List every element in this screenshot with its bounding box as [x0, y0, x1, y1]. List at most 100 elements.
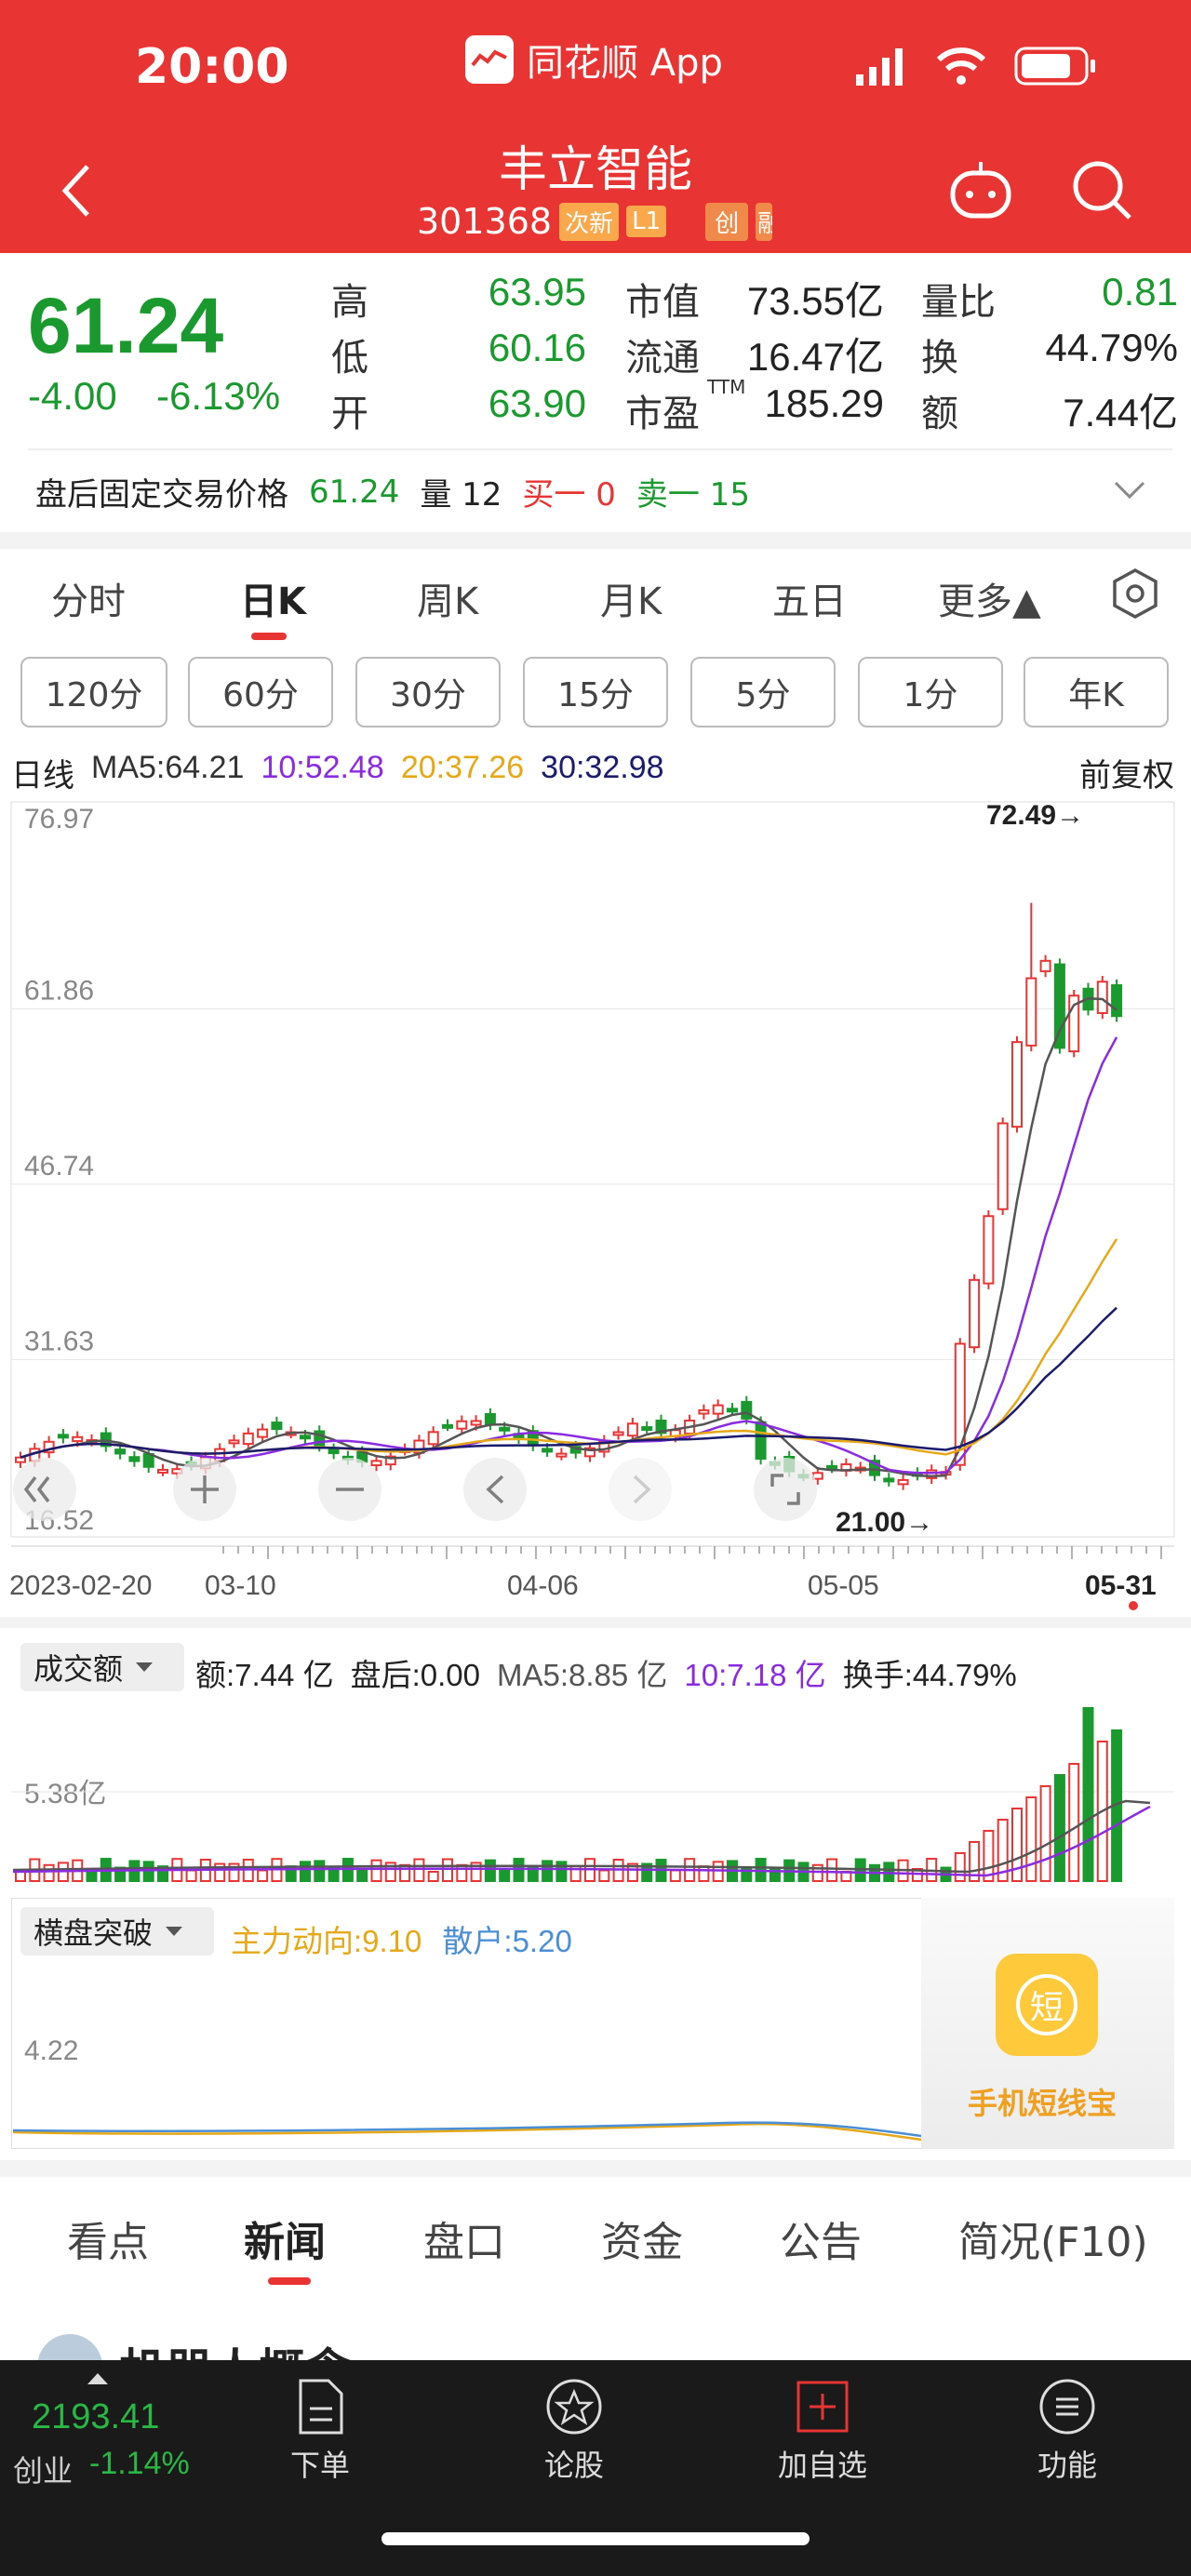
period-1m[interactable]: 1分: [858, 657, 1003, 727]
candle-body: [328, 1448, 340, 1455]
toolbar-function[interactable]: 功能: [1037, 2377, 1097, 2485]
period-120m[interactable]: 120分: [20, 657, 167, 727]
volume-chart[interactable]: 5.38亿: [0, 1699, 1191, 1885]
app-logo-icon: [465, 35, 514, 84]
tag-l1: L1: [626, 206, 667, 237]
toolbar-order-label: 下单: [290, 2448, 351, 2483]
tab-highlights[interactable]: 看点: [67, 2209, 149, 2268]
expand-button[interactable]: [754, 1458, 817, 1521]
volume-bar: [413, 1858, 425, 1883]
candle-body: [114, 1448, 127, 1455]
period-5m[interactable]: 5分: [690, 657, 836, 727]
tab-weekly-k[interactable]: 周K: [417, 571, 478, 625]
open-label: 开: [331, 393, 368, 435]
volume-bar: [484, 1859, 496, 1883]
ma5-label: MA5:64.21: [91, 750, 245, 785]
tab-monthly-k[interactable]: 月K: [600, 571, 662, 625]
float-value: 16.47亿: [746, 335, 884, 379]
candle-body: [128, 1456, 141, 1462]
dropdown-triangle-icon: [136, 1662, 154, 1672]
settings-hex-icon[interactable]: [1111, 567, 1159, 620]
chevron-down-icon[interactable]: [1113, 480, 1146, 501]
turnover-label: 换: [921, 337, 958, 380]
toolbar-order[interactable]: 下单: [290, 2377, 350, 2485]
amount-label: 额: [921, 393, 958, 435]
volume-bar: [1082, 1707, 1094, 1882]
promo-card[interactable]: 短 手机短线宝: [921, 1898, 1174, 2149]
volume-bar: [43, 1863, 55, 1882]
volume-bar: [513, 1858, 525, 1883]
wifi-icon: [936, 47, 986, 85]
period-60m[interactable]: 60分: [188, 657, 333, 727]
toolbar-function-label: 功能: [1037, 2448, 1098, 2483]
ma30-label: 30:32.98: [541, 750, 664, 785]
period-30m[interactable]: 30分: [355, 657, 501, 727]
chart-tabs: 分时 日K 周K 月K 五日 更多▲: [0, 549, 1191, 642]
home-indicator: [381, 2532, 810, 2545]
section-gap: [0, 2160, 1191, 2177]
volume-bar: [499, 1867, 511, 1883]
indicator-selector[interactable]: 横盘突破: [20, 1907, 214, 1955]
status-app: 同花顺 App: [465, 33, 723, 86]
candle-body: [427, 1431, 439, 1446]
toolbar-add-label: 加自选: [778, 2448, 868, 2483]
volume-bar: [15, 1871, 26, 1882]
robot-icon[interactable]: [947, 160, 1014, 220]
volume-bar: [442, 1858, 453, 1883]
candle-body: [698, 1408, 710, 1415]
rewind-button[interactable]: [13, 1458, 76, 1521]
kline-chart[interactable]: 76.9761.8646.7431.6316.52 72.49→ 21.00→ …: [0, 796, 1191, 1615]
candle-body: [271, 1421, 283, 1431]
after-hours-row[interactable]: 盘后固定交易价格 61.24 量 12 买一 0 卖一 15: [35, 469, 750, 514]
period-15m[interactable]: 15分: [523, 657, 668, 727]
candle-body: [1039, 959, 1051, 973]
tab-news[interactable]: 新闻: [244, 2209, 326, 2268]
change-value: -4.00: [28, 374, 117, 418]
next-button[interactable]: [609, 1458, 672, 1521]
tag-new: 次新: [559, 202, 620, 241]
tab-intraday[interactable]: 分时: [51, 571, 126, 625]
volume-bar: [370, 1859, 382, 1882]
after-hours-vol: 12: [462, 476, 502, 514]
info-tabs: 看点 新闻 盘口 资金 公告 简况(F10): [0, 2177, 1191, 2298]
toolbar-discuss[interactable]: 论股: [544, 2377, 604, 2485]
candle-body: [1025, 977, 1037, 1047]
candle-body: [983, 1215, 995, 1285]
volume-bar: [185, 1869, 197, 1883]
tab-orderbook[interactable]: 盘口: [423, 2209, 505, 2268]
active-tab-indicator: [268, 2277, 311, 2285]
candle-body: [470, 1420, 482, 1426]
tab-five-day[interactable]: 五日: [772, 571, 847, 625]
divider: [28, 448, 1172, 450]
document-icon: [299, 2379, 343, 2435]
candle-body: [242, 1432, 254, 1446]
volratio-label: 量比: [921, 281, 996, 324]
candle-body: [542, 1448, 554, 1453]
vol-ma5: MA5:8.85 亿: [496, 1658, 668, 1692]
volume-selector[interactable]: 成交额: [20, 1643, 184, 1691]
tab-more[interactable]: 更多▲: [938, 571, 1041, 625]
add-square-icon: [796, 2381, 849, 2433]
tab-f10[interactable]: 简况(F10): [958, 2209, 1148, 2268]
up-triangle-icon: [87, 2373, 108, 2384]
last-price: 61.24: [28, 282, 224, 369]
kline-x-tick: 03-10: [205, 1570, 276, 1601]
toolbar-add-watchlist[interactable]: 加自选: [778, 2377, 867, 2485]
tab-funds[interactable]: 资金: [601, 2209, 683, 2268]
status-time: 20:00: [135, 39, 289, 95]
promo-badge-icon: 短: [996, 1954, 1098, 2056]
high-value: 63.95: [488, 270, 586, 314]
after-hours-vol-label: 量: [420, 476, 452, 514]
search-icon[interactable]: [1072, 160, 1133, 221]
candle-body: [456, 1420, 468, 1430]
volume-bar: [300, 1861, 311, 1883]
news-peek: 机器人概念: [37, 2330, 1191, 2360]
period-year-k[interactable]: 年K: [1024, 657, 1169, 727]
tab-daily-k[interactable]: 日K: [240, 571, 306, 625]
prev-button[interactable]: [463, 1458, 527, 1521]
tab-announcements[interactable]: 公告: [780, 2209, 862, 2268]
index-value[interactable]: 2193.41: [32, 2397, 159, 2437]
after-hours-sell: 卖一 15: [636, 476, 750, 514]
vol-after: 盘后:0.00: [350, 1658, 480, 1692]
adjust-toggle[interactable]: 前复权: [1079, 750, 1174, 795]
